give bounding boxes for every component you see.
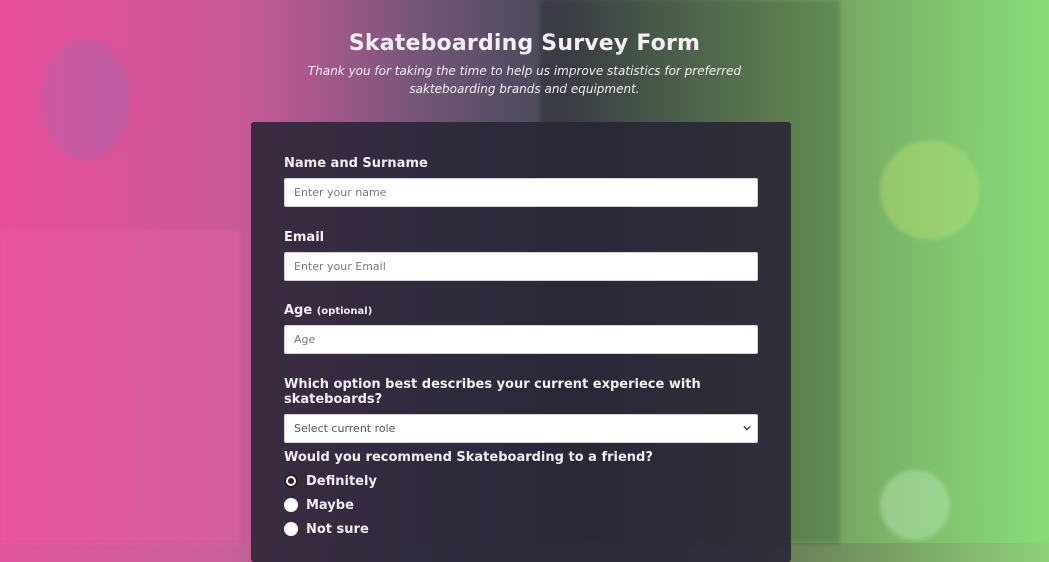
recommend-group: Would you recommend Skateboarding to a f… [284, 450, 758, 541]
radio-label: Maybe [306, 497, 354, 513]
radio-button[interactable] [284, 522, 298, 536]
age-group: Age (optional) [284, 303, 758, 354]
age-label-text: Age [284, 303, 313, 318]
experience-label: Which option best describes your current… [284, 377, 701, 407]
chevron-down-icon [743, 425, 751, 431]
name-input[interactable] [284, 178, 758, 207]
age-input[interactable] [284, 325, 758, 354]
radio-label: Definitely [306, 473, 377, 489]
name-label: Name and Surname [284, 156, 428, 171]
email-label: Email [284, 230, 325, 245]
experience-group: Which option best describes your current… [284, 377, 758, 443]
email-group: Email [284, 230, 758, 281]
page-title: Skateboarding Survey Form [348, 31, 701, 56]
radio-button[interactable] [284, 474, 298, 488]
name-group: Name and Surname [284, 156, 758, 207]
radio-label: Not sure [306, 521, 369, 537]
survey-form: Name and Surname Email Age (optional) Wh… [251, 122, 791, 562]
age-optional-note: (optional) [316, 306, 373, 317]
experience-select[interactable]: Select current role [284, 414, 758, 443]
radio-option-maybe[interactable]: Maybe [284, 493, 758, 517]
page-header: Skateboarding Survey Form Thank you for … [0, 30, 1049, 98]
page-description: Thank you for taking the time to help us… [307, 64, 742, 96]
email-input[interactable] [284, 252, 758, 281]
radio-option-not-sure[interactable]: Not sure [284, 517, 758, 541]
age-label: Age (optional) [284, 303, 758, 318]
radio-option-definitely[interactable]: Definitely [284, 469, 758, 493]
recommend-label: Would you recommend Skateboarding to a f… [284, 450, 653, 465]
radio-button[interactable] [284, 498, 298, 512]
experience-select-value: Select current role [294, 422, 396, 435]
